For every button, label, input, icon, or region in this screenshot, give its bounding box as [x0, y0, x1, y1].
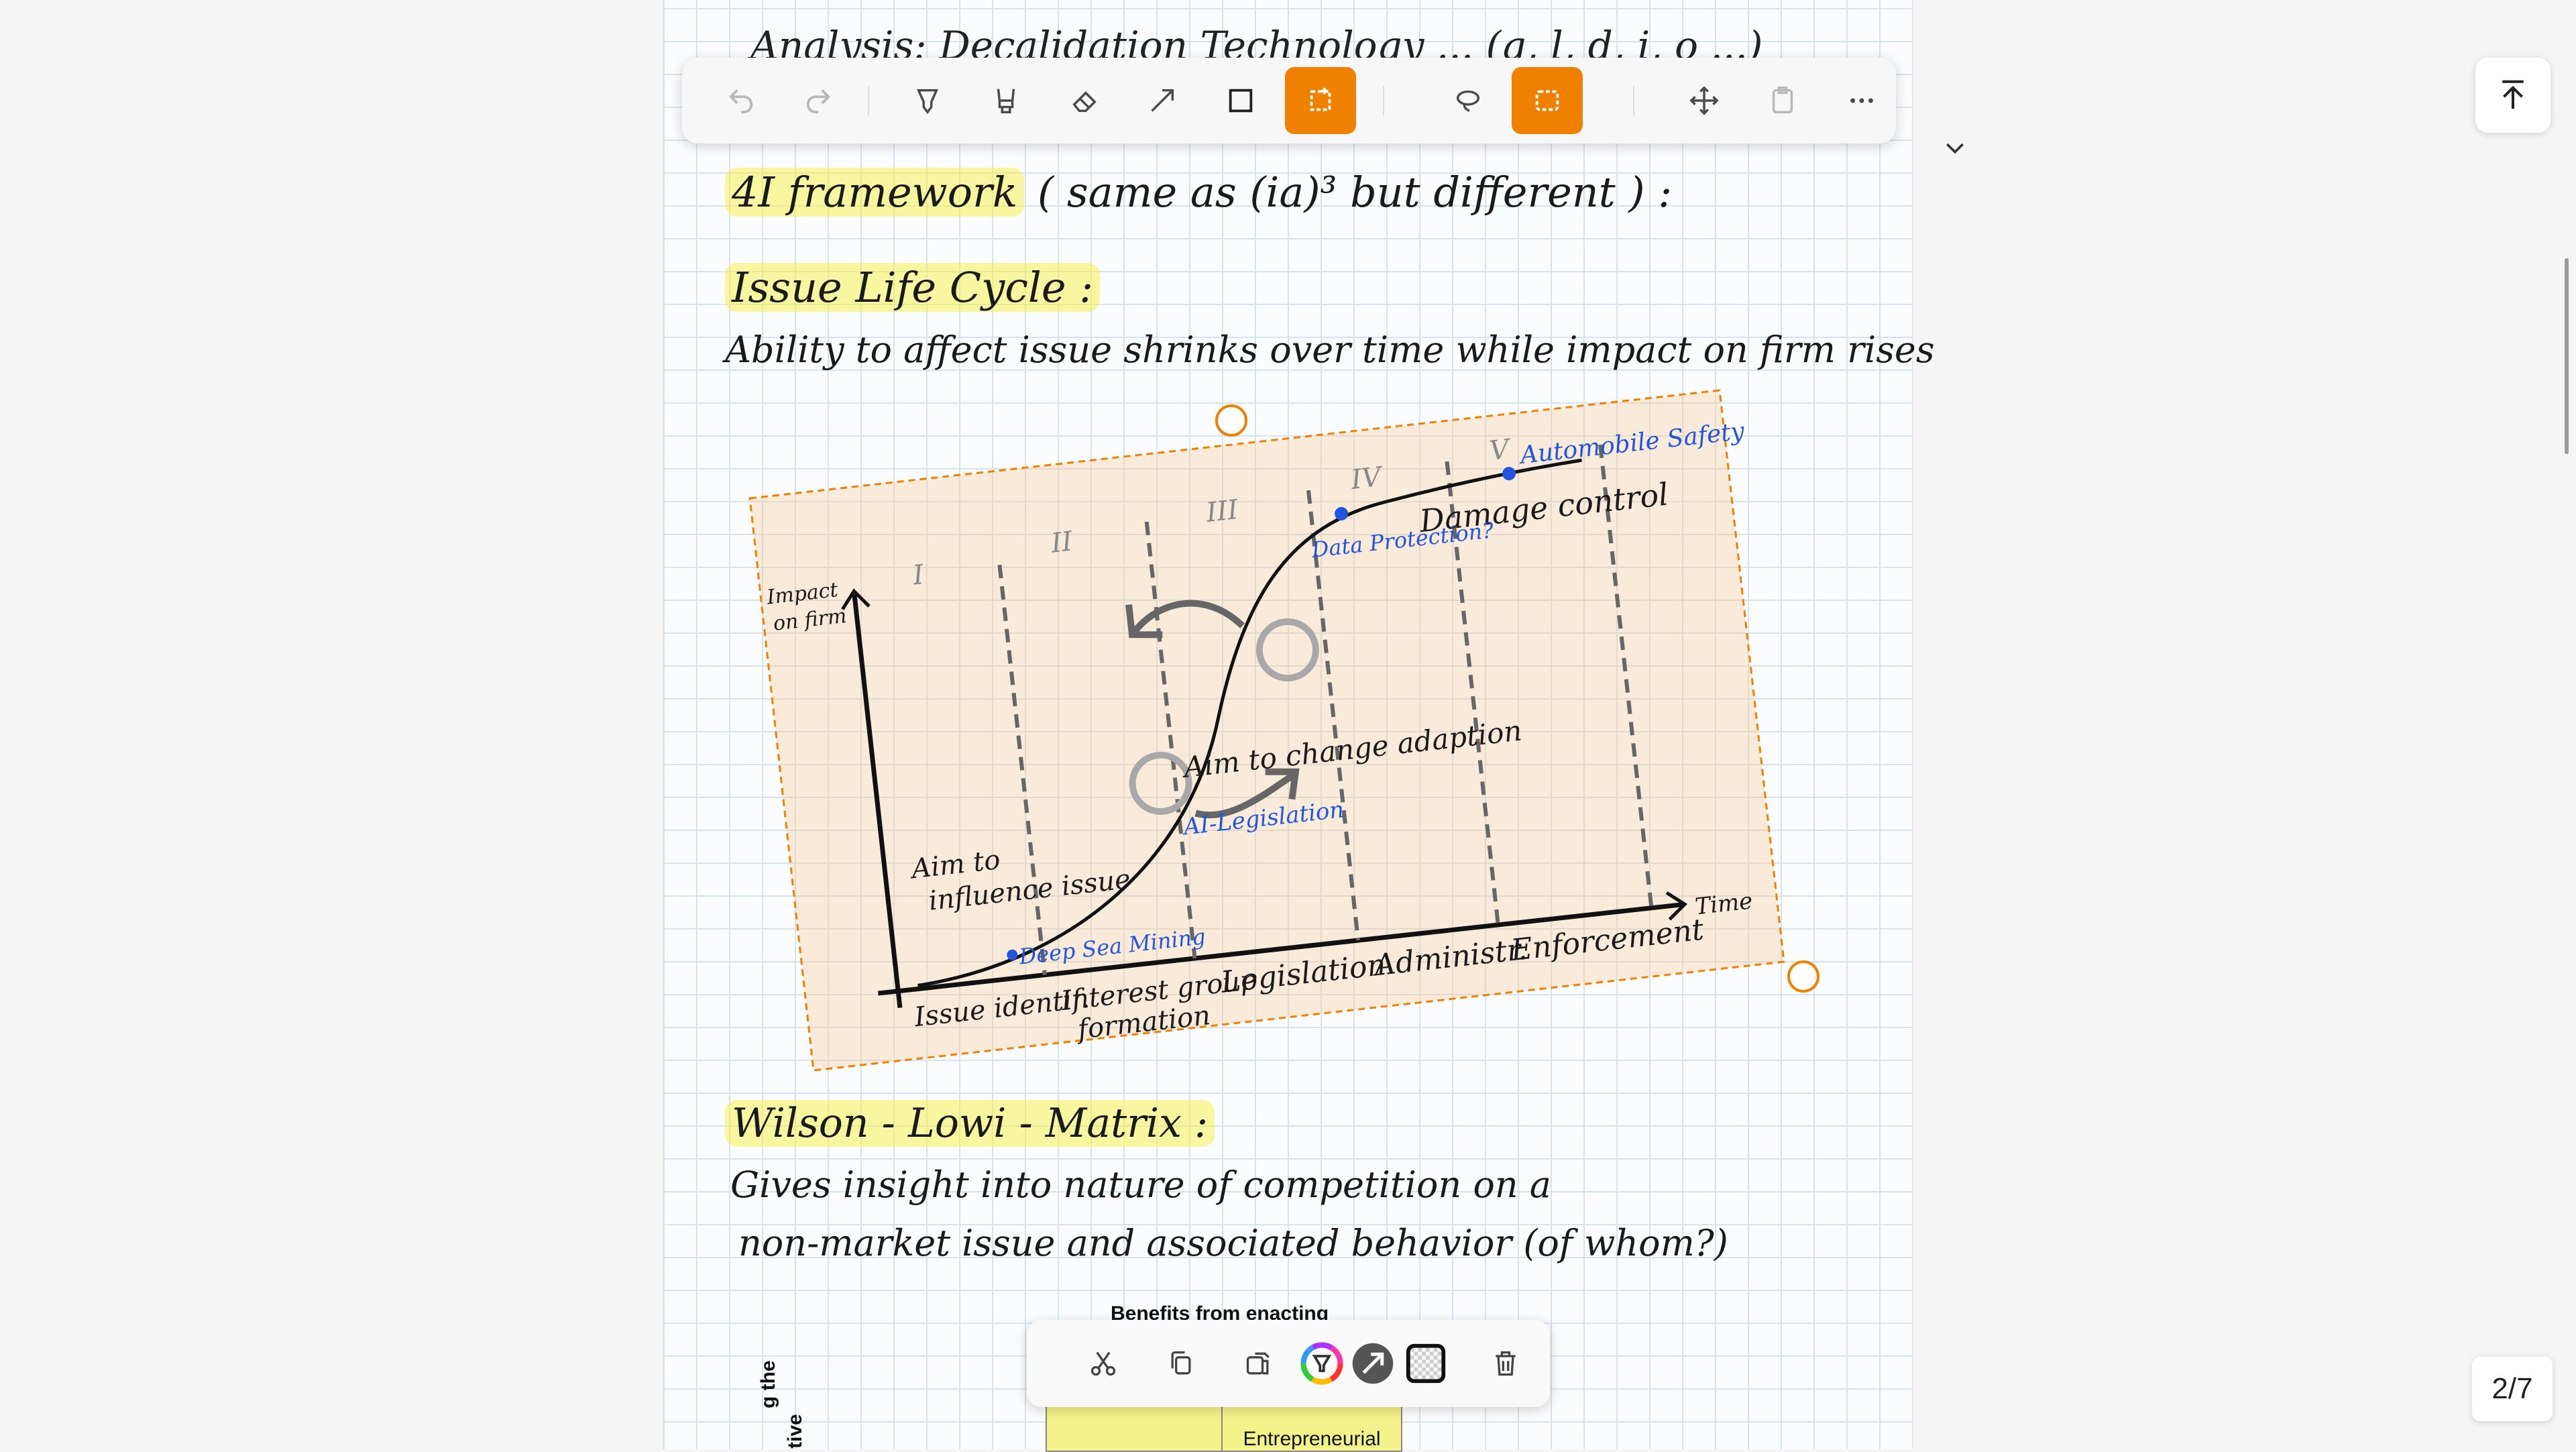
- phase-2: II: [1049, 526, 1075, 559]
- resize-handle[interactable]: [1787, 960, 1819, 993]
- redo-icon: [806, 89, 831, 114]
- transparent-fill-icon: [1406, 1343, 1446, 1384]
- undo-button[interactable]: [706, 67, 777, 134]
- color-wheel-icon: [1300, 1342, 1343, 1385]
- line-icon: [1151, 89, 1174, 112]
- cut-button[interactable]: [1070, 1330, 1137, 1397]
- issue-life-cycle-diagram[interactable]: Impact on firm Time I II III IV V Issue …: [0, 0, 2576, 1449]
- highlighter-tool[interactable]: [970, 67, 1042, 134]
- more-icon: [1850, 98, 1873, 103]
- collapse-toolbar-button[interactable]: [1938, 131, 1972, 164]
- scroll-to-top-button[interactable]: [2475, 58, 2551, 133]
- shape-select-tool[interactable]: [1285, 67, 1356, 134]
- pen-tool[interactable]: [892, 67, 963, 134]
- move-button[interactable]: [1669, 67, 1740, 134]
- rect-select-tool[interactable]: [1512, 67, 1583, 134]
- rotate-handle[interactable]: [1215, 404, 1247, 437]
- toolbar-separator: [1633, 86, 1634, 115]
- undo-icon: [728, 89, 753, 114]
- eraser-icon: [1072, 91, 1097, 113]
- toolbar-separator: [1383, 86, 1384, 115]
- duplicate-icon: [1246, 1352, 1270, 1375]
- trash-icon: [1496, 1351, 1516, 1376]
- pen-icon: [916, 89, 939, 115]
- delete-button[interactable]: [1472, 1330, 1539, 1397]
- eraser-tool[interactable]: [1049, 67, 1120, 134]
- shape-tool[interactable]: [1205, 67, 1276, 134]
- page-indicator-text: 2/7: [2491, 1372, 2533, 1405]
- paste-button[interactable]: [1747, 67, 1818, 134]
- arrow-up-to-top-icon: [2502, 80, 2524, 109]
- drawing-toolbar: [682, 58, 1896, 144]
- square-icon: [1229, 89, 1253, 113]
- lasso-tool[interactable]: [1433, 67, 1504, 134]
- chevron-down-icon: [1946, 143, 1964, 154]
- move-icon: [1689, 86, 1719, 115]
- scrollbar-thumb[interactable]: [2565, 258, 2569, 454]
- page-indicator: 2/7: [2472, 1357, 2553, 1421]
- lasso-icon: [1456, 90, 1480, 112]
- rect-select-icon: [1535, 90, 1559, 111]
- arrow-style-icon: [1352, 1343, 1394, 1384]
- selection-action-bar: [1027, 1320, 1550, 1407]
- more-button[interactable]: [1826, 67, 1897, 134]
- line-tool[interactable]: [1127, 67, 1198, 134]
- cut-icon: [1090, 1351, 1116, 1376]
- duplicate-button[interactable]: [1225, 1330, 1292, 1397]
- shape-select-icon: [1310, 87, 1331, 111]
- fill-button[interactable]: [1392, 1330, 1459, 1397]
- copy-button[interactable]: [1147, 1330, 1215, 1397]
- paste-icon: [1772, 87, 1793, 113]
- toolbar-separator: [868, 86, 869, 115]
- phase-3: III: [1204, 494, 1240, 528]
- highlighter-icon: [997, 89, 1015, 113]
- copy-icon: [1171, 1351, 1191, 1375]
- redo-button[interactable]: [783, 67, 854, 134]
